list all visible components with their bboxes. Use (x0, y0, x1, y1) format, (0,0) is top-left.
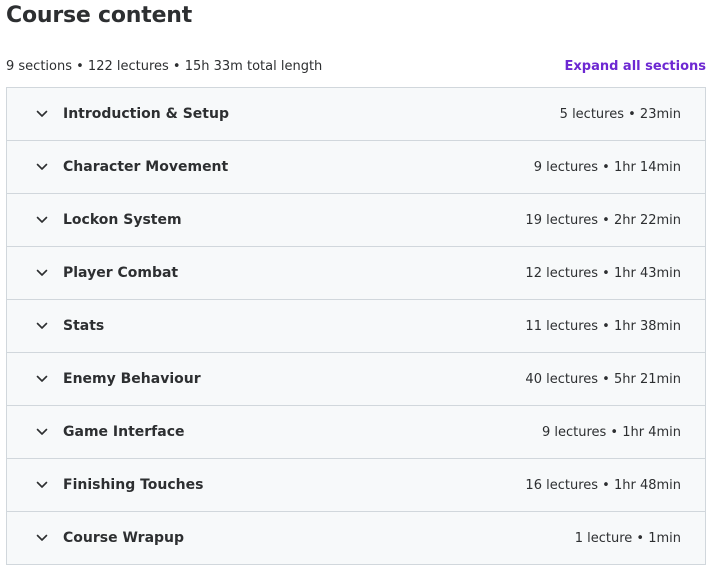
chevron-down-icon (36, 479, 48, 491)
chevron-down-icon (36, 320, 48, 332)
section-title: Player Combat (63, 265, 179, 281)
section-row[interactable]: Game Interface 9 lectures • 1hr 4min (7, 406, 705, 459)
section-meta: 9 lectures • 1hr 4min (541, 424, 681, 440)
section-meta: 19 lectures • 2hr 22min (525, 212, 681, 228)
section-row[interactable]: Character Movement 9 lectures • 1hr 14mi… (7, 141, 705, 194)
section-row[interactable]: Introduction & Setup 5 lectures • 23min (7, 88, 705, 141)
section-title: Game Interface (63, 424, 185, 440)
section-meta: 40 lectures • 5hr 21min (525, 371, 681, 387)
chevron-down-icon (36, 214, 48, 226)
section-meta: 16 lectures • 1hr 48min (525, 477, 681, 493)
chevron-down-icon (36, 426, 48, 438)
section-title: Enemy Behaviour (63, 371, 201, 387)
section-row[interactable]: Course Wrapup 1 lecture • 1min (7, 512, 705, 565)
chevron-down-icon (36, 161, 48, 173)
expand-all-sections-button[interactable]: Expand all sections (565, 59, 707, 74)
section-title: Course Wrapup (63, 530, 185, 546)
chevron-down-icon (36, 532, 48, 544)
section-title: Finishing Touches (63, 477, 204, 493)
chevron-down-icon (36, 373, 48, 385)
section-row[interactable]: Enemy Behaviour 40 lectures • 5hr 21min (7, 353, 705, 406)
chevron-down-icon (36, 267, 48, 279)
course-summary-row: 9 sections • 122 lectures • 15h 33m tota… (6, 56, 706, 76)
section-title: Lockon System (63, 212, 182, 228)
section-row[interactable]: Player Combat 12 lectures • 1hr 43min (7, 247, 705, 300)
section-title: Stats (63, 318, 105, 334)
course-summary: 9 sections • 122 lectures • 15h 33m tota… (6, 58, 323, 74)
section-meta: 11 lectures • 1hr 38min (525, 318, 681, 334)
section-title: Character Movement (63, 159, 229, 175)
section-meta: 1 lecture • 1min (574, 530, 681, 546)
page-title: Course content (6, 3, 193, 28)
section-row[interactable]: Lockon System 19 lectures • 2hr 22min (7, 194, 705, 247)
sections-list: Introduction & Setup 5 lectures • 23min … (6, 87, 706, 565)
section-row[interactable]: Stats 11 lectures • 1hr 38min (7, 300, 705, 353)
chevron-down-icon (36, 108, 48, 120)
section-meta: 9 lectures • 1hr 14min (533, 159, 681, 175)
section-meta: 5 lectures • 23min (559, 106, 681, 122)
section-row[interactable]: Finishing Touches 16 lectures • 1hr 48mi… (7, 459, 705, 512)
section-title: Introduction & Setup (63, 106, 229, 122)
section-meta: 12 lectures • 1hr 43min (525, 265, 681, 281)
